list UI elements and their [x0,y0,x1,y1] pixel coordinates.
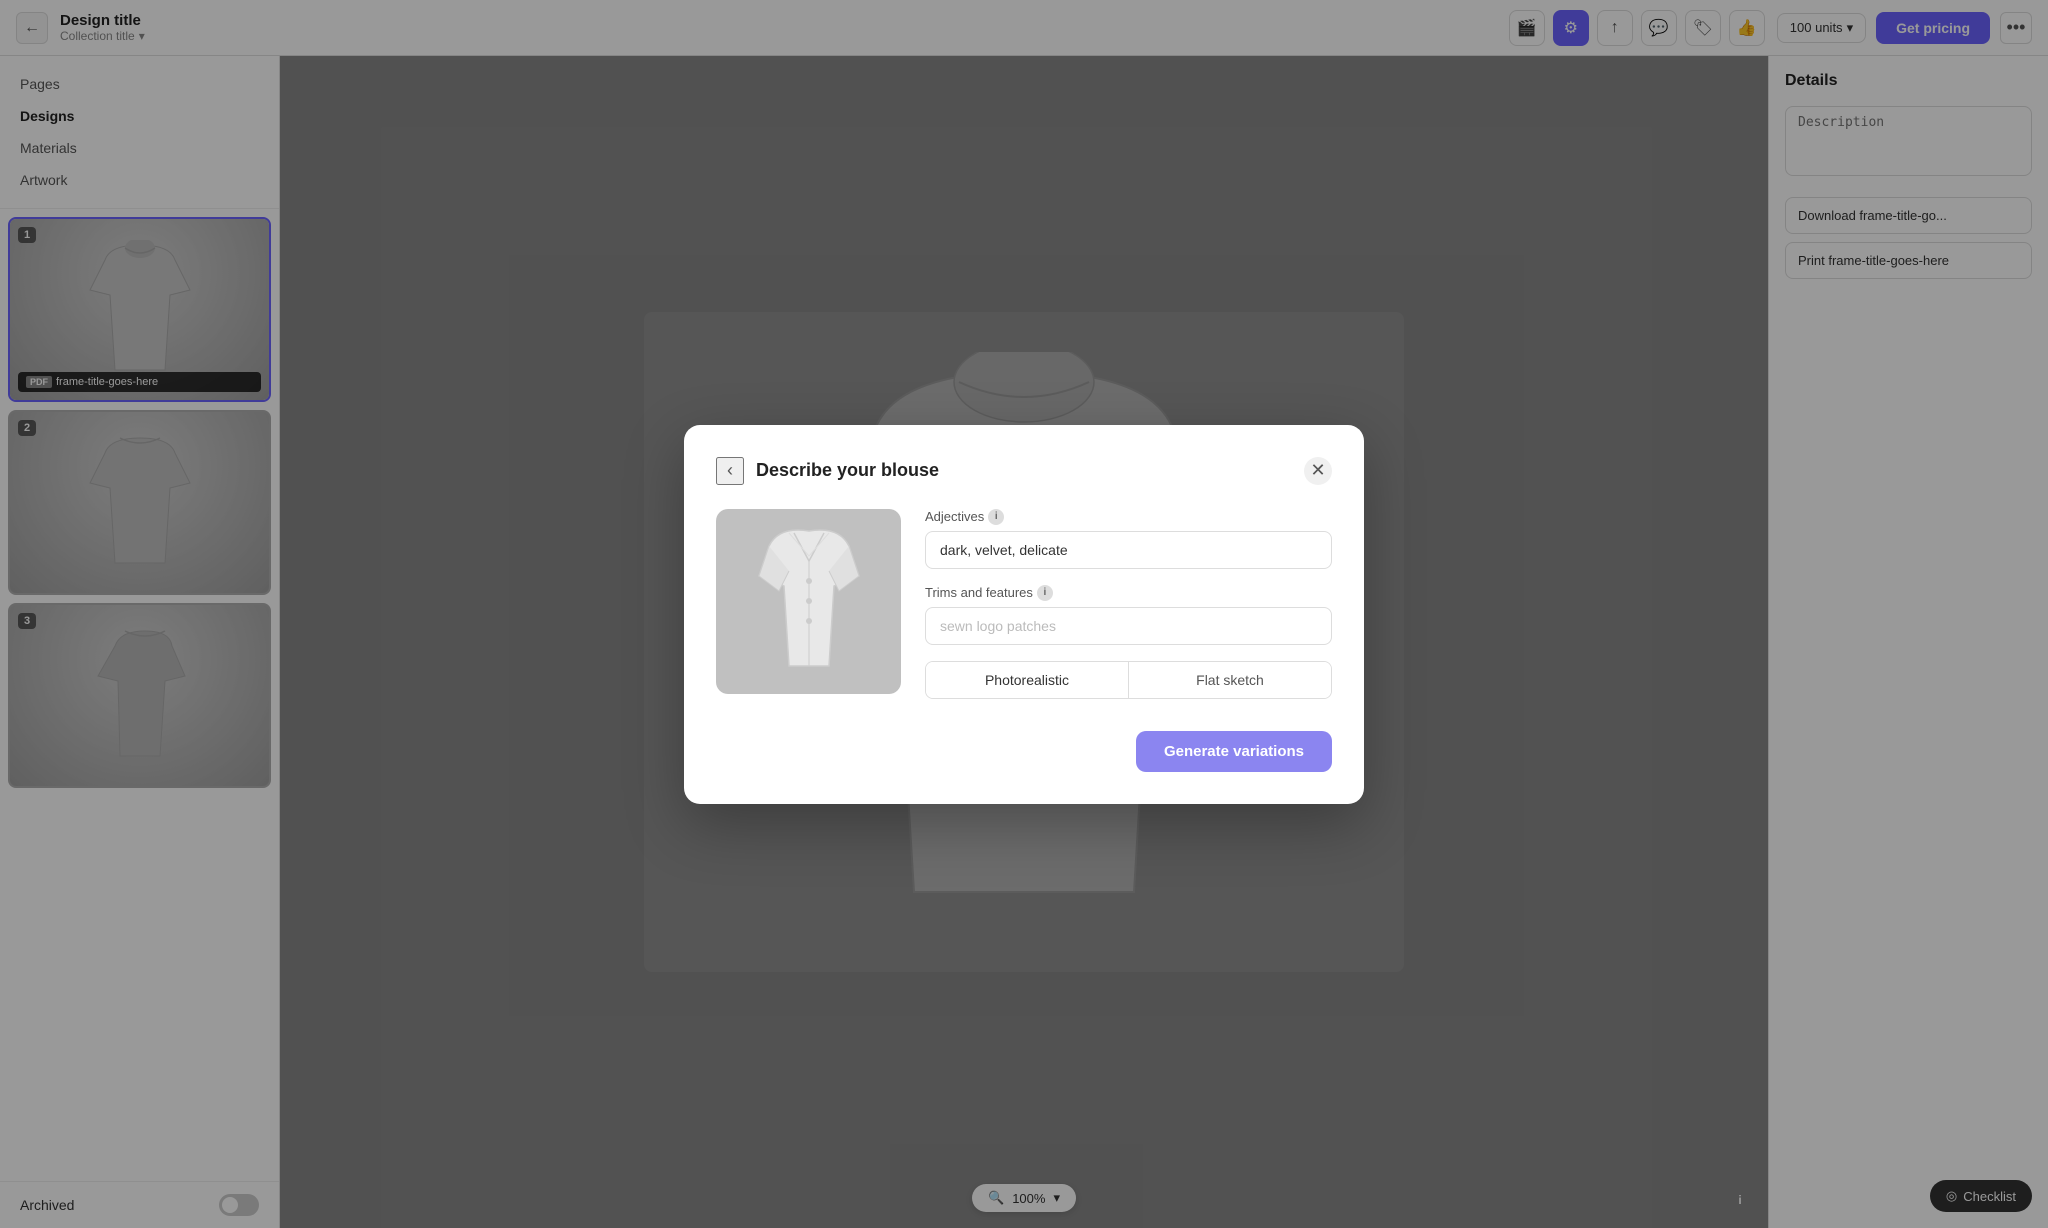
describe-blouse-modal: ‹ Describe your blouse ✕ [684,425,1364,804]
modal-header: ‹ Describe your blouse ✕ [716,457,1332,485]
blouse-preview-image [716,509,901,694]
modal-body: Adjectives i Trims and features i Photor… [716,509,1332,723]
modal-close-button[interactable]: ✕ [1304,457,1332,485]
modal-footer: Generate variations [716,731,1332,772]
adjectives-label: Adjectives i [925,509,1332,525]
generate-variations-button[interactable]: Generate variations [1136,731,1332,772]
trims-input[interactable] [925,607,1332,645]
modal-overlay: ‹ Describe your blouse ✕ [0,0,2048,1228]
modal-back-button[interactable]: ‹ [716,457,744,485]
photorealistic-option[interactable]: Photorealistic [926,662,1129,698]
adjectives-input[interactable] [925,531,1332,569]
trims-label: Trims and features i [925,585,1332,601]
adjectives-info-icon[interactable]: i [988,509,1004,525]
trims-info-icon[interactable]: i [1037,585,1053,601]
modal-fields: Adjectives i Trims and features i Photor… [925,509,1332,723]
flat-sketch-option[interactable]: Flat sketch [1129,662,1331,698]
modal-title: Describe your blouse [756,460,1292,481]
style-toggle: Photorealistic Flat sketch [925,661,1332,699]
